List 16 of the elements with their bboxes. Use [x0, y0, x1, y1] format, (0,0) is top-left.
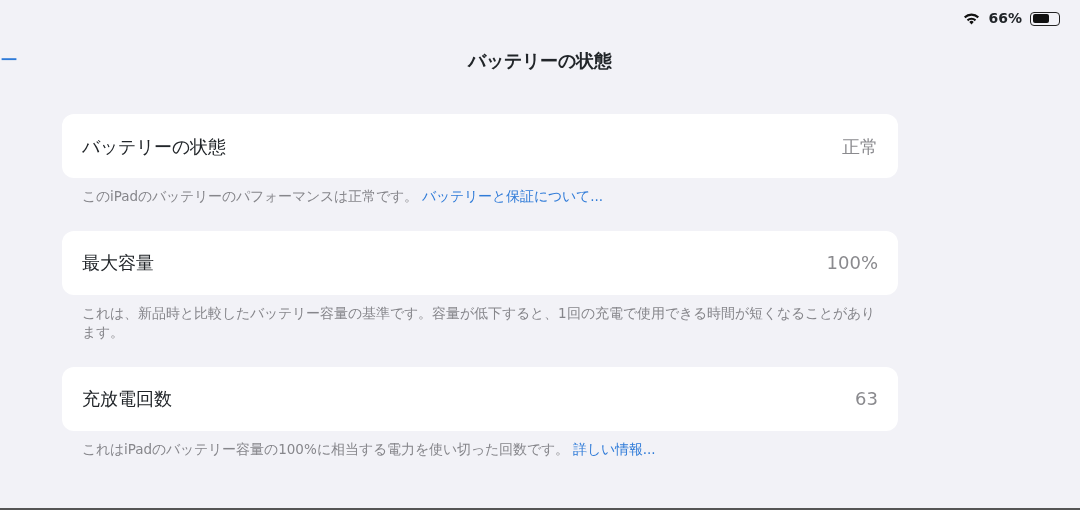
wifi-icon	[963, 12, 981, 25]
row-value: 正常	[842, 134, 878, 159]
row-value: 63	[855, 387, 878, 412]
battery-icon	[1030, 11, 1060, 26]
row-label: 充放電回数	[82, 387, 172, 412]
back-link[interactable]: ー	[0, 46, 18, 73]
footer-text: これは、新品時と比較したバッテリー容量の基準です。容量が低下すると、1回の充電で使用できる時間が短くなることがあります。	[81, 303, 876, 343]
info-link[interactable]: 詳しい情報...	[572, 440, 656, 457]
row-value: 100%	[826, 251, 878, 276]
info-link[interactable]: バッテリーと保証について...	[422, 188, 603, 204]
row-label: 最大容量	[82, 251, 154, 276]
footer-text: これはiPadのバッテリー容量の100%に相当する電力を使い切った回数です。 詳しい情報...	[81, 439, 657, 459]
battery-percentage: 66%	[988, 9, 1022, 28]
row-label: バッテリーの状態	[82, 134, 226, 159]
footer-text: このiPadのバッテリーのパフォーマンスは正常です。 バッテリーと保証について...	[81, 187, 604, 206]
page-title: バッテリーの状態	[468, 50, 612, 72]
